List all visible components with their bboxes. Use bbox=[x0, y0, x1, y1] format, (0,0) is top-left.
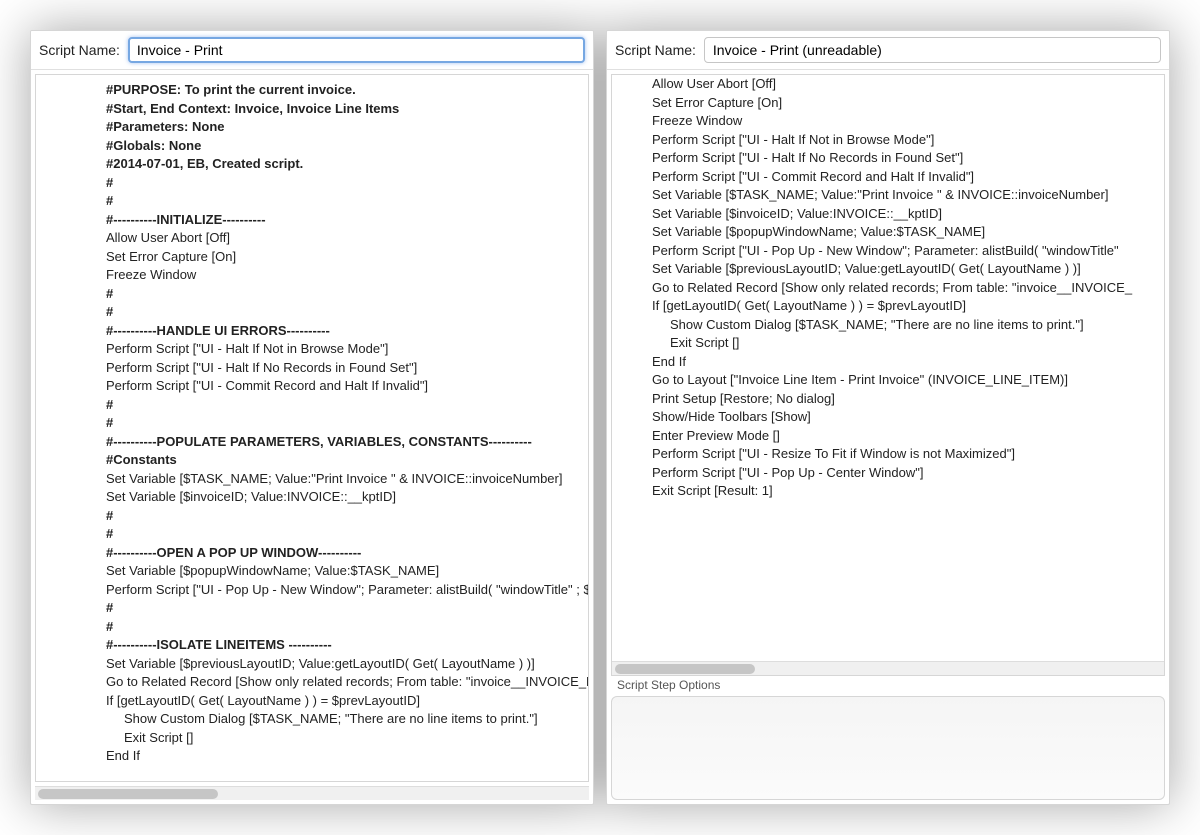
script-line[interactable]: Set Variable [$popupWindowName; Value:$T… bbox=[106, 562, 584, 581]
script-line[interactable]: Set Variable [$previousLayoutID; Value:g… bbox=[106, 655, 584, 674]
script-line[interactable]: #PURPOSE: To print the current invoice. bbox=[106, 81, 584, 100]
script-line[interactable]: # bbox=[106, 192, 584, 211]
script-line[interactable]: Set Variable [$TASK_NAME; Value:"Print I… bbox=[652, 186, 1160, 205]
script-line[interactable]: If [getLayoutID( Get( LayoutName ) ) = $… bbox=[652, 297, 1160, 316]
script-line[interactable]: # bbox=[106, 525, 584, 544]
script-line[interactable]: # bbox=[106, 174, 584, 193]
script-line[interactable]: Perform Script ["UI - Halt If No Records… bbox=[652, 149, 1160, 168]
script-line[interactable]: # bbox=[106, 599, 584, 618]
script-line[interactable]: Exit Script [] bbox=[106, 729, 584, 748]
script-line[interactable]: # bbox=[106, 303, 584, 322]
script-line[interactable]: End If bbox=[652, 353, 1160, 372]
script-line[interactable]: Set Variable [$popupWindowName; Value:$T… bbox=[652, 223, 1160, 242]
script-line[interactable]: Show Custom Dialog [$TASK_NAME; "There a… bbox=[652, 316, 1160, 335]
script-line[interactable]: Set Variable [$TASK_NAME; Value:"Print I… bbox=[106, 470, 584, 489]
script-line[interactable]: Set Variable [$invoiceID; Value:INVOICE:… bbox=[106, 488, 584, 507]
script-line[interactable]: Perform Script ["UI - Pop Up - New Windo… bbox=[106, 581, 584, 600]
script-name-input[interactable] bbox=[128, 37, 585, 63]
script-line[interactable]: Allow User Abort [Off] bbox=[652, 75, 1160, 94]
right-script-body[interactable]: Allow User Abort [Off]Set Error Capture … bbox=[611, 74, 1165, 676]
scroll-thumb[interactable] bbox=[38, 789, 218, 799]
right-panel: Script Name: Allow User Abort [Off]Set E… bbox=[606, 30, 1170, 805]
script-line[interactable]: Set Variable [$previousLayoutID; Value:g… bbox=[652, 260, 1160, 279]
script-line[interactable]: #Globals: None bbox=[106, 137, 584, 156]
script-line[interactable]: #Start, End Context: Invoice, Invoice Li… bbox=[106, 100, 584, 119]
script-line[interactable]: Set Variable [$invoiceID; Value:INVOICE:… bbox=[652, 205, 1160, 224]
script-line[interactable]: Exit Script [] bbox=[652, 334, 1160, 353]
script-line[interactable]: Show/Hide Toolbars [Show] bbox=[652, 408, 1160, 427]
script-line[interactable]: #----------OPEN A POP UP WINDOW---------… bbox=[106, 544, 584, 563]
left-panel: Script Name: #PURPOSE: To print the curr… bbox=[30, 30, 594, 805]
script-line[interactable]: Enter Preview Mode [] bbox=[652, 427, 1160, 446]
left-header: Script Name: bbox=[31, 31, 593, 70]
script-line[interactable]: Show Custom Dialog [$TASK_NAME; "There a… bbox=[106, 710, 584, 729]
script-line[interactable]: # bbox=[106, 396, 584, 415]
script-line[interactable]: Go to Related Record [Show only related … bbox=[106, 673, 584, 692]
script-line[interactable]: Perform Script ["UI - Pop Up - Center Wi… bbox=[652, 464, 1160, 483]
script-line[interactable]: Freeze Window bbox=[652, 112, 1160, 131]
script-line[interactable]: #----------ISOLATE LINEITEMS ---------- bbox=[106, 636, 584, 655]
script-line[interactable]: Allow User Abort [Off] bbox=[106, 229, 584, 248]
script-line[interactable]: If [getLayoutID( Get( LayoutName ) ) = $… bbox=[106, 692, 584, 711]
script-line[interactable]: Go to Related Record [Show only related … bbox=[652, 279, 1160, 298]
script-name-label: Script Name: bbox=[39, 42, 120, 58]
script-line[interactable]: Freeze Window bbox=[106, 266, 584, 285]
script-line[interactable]: Set Error Capture [On] bbox=[106, 248, 584, 267]
script-line[interactable]: #Parameters: None bbox=[106, 118, 584, 137]
script-line[interactable]: Perform Script ["UI - Halt If Not in Bro… bbox=[652, 131, 1160, 150]
script-line[interactable]: Perform Script ["UI - Commit Record and … bbox=[106, 377, 584, 396]
split-view: Script Name: #PURPOSE: To print the curr… bbox=[30, 30, 1170, 805]
script-line[interactable]: #----------POPULATE PARAMETERS, VARIABLE… bbox=[106, 433, 584, 452]
left-script-body[interactable]: #PURPOSE: To print the current invoice.#… bbox=[35, 74, 589, 782]
script-line[interactable]: Perform Script ["UI - Pop Up - New Windo… bbox=[652, 242, 1160, 261]
script-line[interactable]: Set Error Capture [On] bbox=[652, 94, 1160, 113]
left-horizontal-scrollbar[interactable] bbox=[35, 786, 589, 800]
right-horizontal-scrollbar[interactable] bbox=[612, 661, 1164, 675]
script-line[interactable]: # bbox=[106, 618, 584, 637]
script-line[interactable]: Print Setup [Restore; No dialog] bbox=[652, 390, 1160, 409]
script-line[interactable]: Perform Script ["UI - Halt If Not in Bro… bbox=[106, 340, 584, 359]
script-line[interactable]: Perform Script ["UI - Commit Record and … bbox=[652, 168, 1160, 187]
script-line[interactable]: #Constants bbox=[106, 451, 584, 470]
script-line[interactable]: # bbox=[106, 507, 584, 526]
script-step-options-box bbox=[611, 696, 1165, 800]
script-line[interactable]: Perform Script ["UI - Halt If No Records… bbox=[106, 359, 584, 378]
script-line[interactable]: Go to Layout ["Invoice Line Item - Print… bbox=[652, 371, 1160, 390]
right-header: Script Name: bbox=[607, 31, 1169, 70]
script-line[interactable]: # bbox=[106, 285, 584, 304]
script-name-label: Script Name: bbox=[615, 42, 696, 58]
script-line[interactable]: Exit Script [Result: 1] bbox=[652, 482, 1160, 501]
script-line[interactable]: End If bbox=[106, 747, 584, 766]
script-line[interactable]: # bbox=[106, 414, 584, 433]
script-line[interactable]: #2014-07-01, EB, Created script. bbox=[106, 155, 584, 174]
script-line[interactable]: #----------HANDLE UI ERRORS---------- bbox=[106, 322, 584, 341]
script-name-input[interactable] bbox=[704, 37, 1161, 63]
scroll-thumb[interactable] bbox=[615, 664, 755, 674]
script-step-options-section: Script Step Options bbox=[611, 676, 1165, 800]
script-line[interactable]: #----------INITIALIZE---------- bbox=[106, 211, 584, 230]
script-step-options-label: Script Step Options bbox=[611, 676, 1165, 696]
script-line[interactable]: Perform Script ["UI - Resize To Fit if W… bbox=[652, 445, 1160, 464]
right-body: Allow User Abort [Off]Set Error Capture … bbox=[607, 70, 1169, 804]
